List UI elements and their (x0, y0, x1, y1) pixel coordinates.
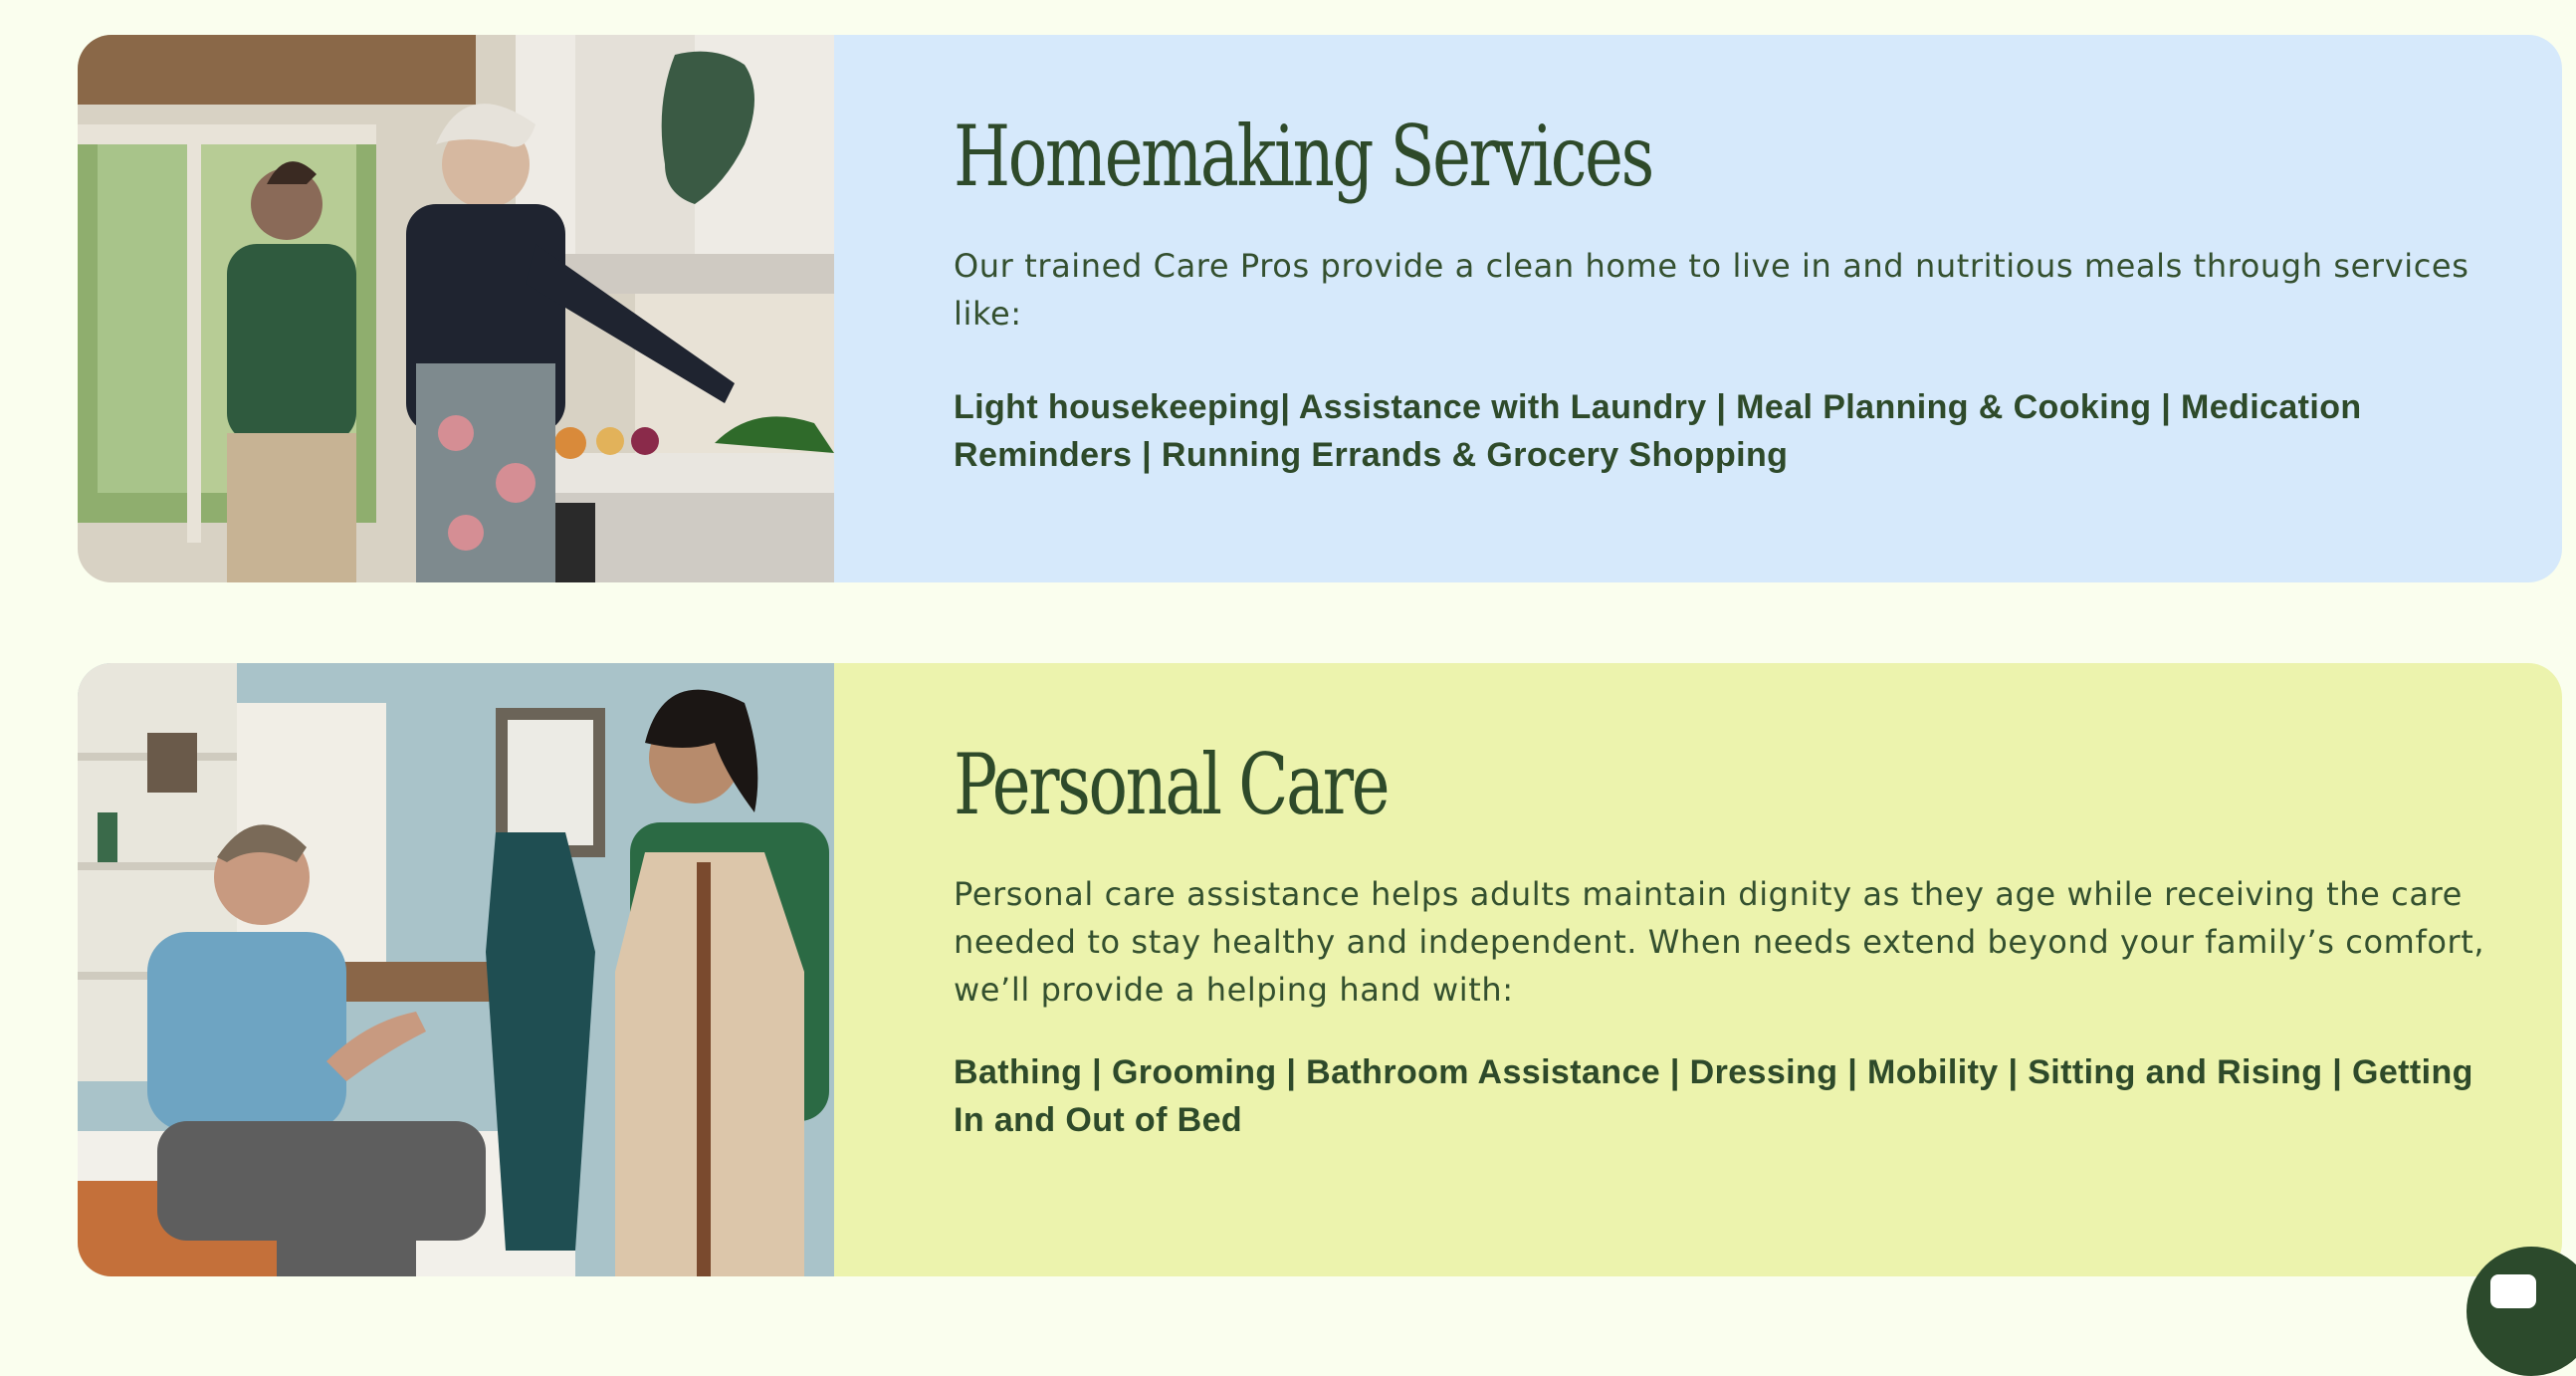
section-title: Personal Care (954, 736, 1391, 833)
homemaking-content: Homemaking Services Our trained Care Pro… (834, 35, 2562, 582)
services-list: Bathing | Grooming | Bathroom Assistance… (954, 1053, 2473, 1140)
personal-care-photo (78, 663, 834, 1276)
section-description: Our trained Care Pros provide a clean ho… (954, 247, 2469, 334)
homemaking-photo (78, 35, 834, 582)
personal-care-card: Personal Care Personal care assistance h… (78, 663, 2562, 1276)
personal-care-content: Personal Care Personal care assistance h… (834, 663, 2562, 1276)
services-list: Light housekeeping| Assistance with Laun… (954, 388, 2362, 475)
homemaking-services-card: Homemaking Services Our trained Care Pro… (78, 35, 2562, 582)
section-title: Homemaking Services (954, 108, 1654, 205)
chat-icon (2490, 1274, 2536, 1308)
section-description: Personal care assistance helps adults ma… (954, 875, 2485, 1010)
